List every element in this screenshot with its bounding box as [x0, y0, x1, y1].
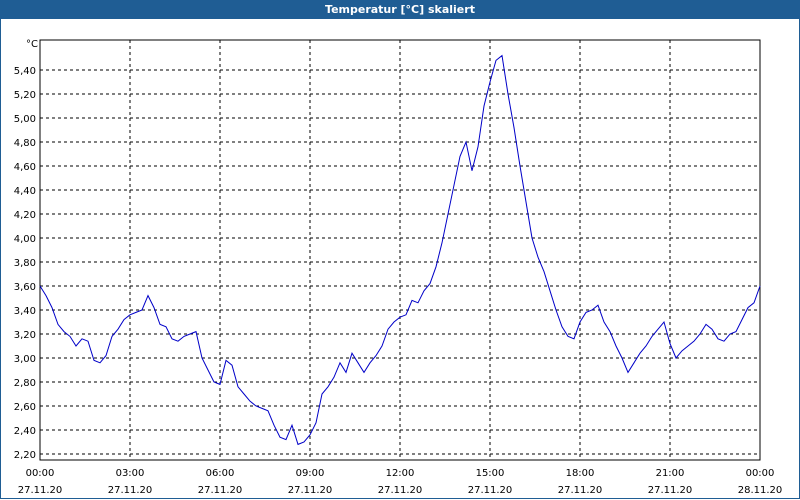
y-tick-label: 4,20	[14, 210, 36, 221]
temperature-chart: 2,20 2,40 2,60 2,80 3,00 3,20 3,40 3,60 3,80 4,00…	[14, 39, 783, 496]
x-tick-time: 09:00	[296, 468, 325, 479]
x-tick-time: 21:00	[656, 468, 685, 479]
x-tick-date: 27.11.20	[108, 485, 153, 496]
x-tick-date: 28.11.20	[738, 485, 783, 496]
y-tick-label: 4,60	[14, 162, 36, 173]
y-tick-label: 2,60	[14, 402, 36, 413]
x-tick-time: 03:00	[116, 468, 145, 479]
y-tick-label: 4,80	[14, 138, 36, 149]
x-tick-time: 00:00	[746, 468, 775, 479]
y-tick-label: 5,40	[14, 66, 36, 77]
grid-lines	[40, 40, 760, 460]
x-tick-date: 27.11.20	[18, 485, 63, 496]
x-tick-date: 27.11.20	[288, 485, 333, 496]
y-tick-label: 2,80	[14, 378, 36, 389]
y-tick-label: 2,20	[14, 450, 36, 461]
y-axis-unit-label: °C	[26, 39, 38, 50]
x-tick-time: 15:00	[476, 468, 505, 479]
y-tick-label: 5,00	[14, 114, 36, 125]
y-tick-label: 3,00	[14, 354, 36, 365]
y-tick-label: 4,00	[14, 234, 36, 245]
x-tick-time: 12:00	[386, 468, 415, 479]
y-tick-label: 3,40	[14, 306, 36, 317]
x-tick-date: 27.11.20	[648, 485, 693, 496]
y-tick-label: 3,20	[14, 330, 36, 341]
x-tick-date: 27.11.20	[198, 485, 243, 496]
y-tick-label: 3,60	[14, 282, 36, 293]
x-axis: 00:00 27.11.20 03:00 27.11.20 06:00 27.11.20 0…	[18, 468, 783, 496]
x-tick-time: 00:00	[26, 468, 55, 479]
y-axis: 2,20 2,40 2,60 2,80 3,00 3,20 3,40 3,60 3,80 4,00…	[14, 66, 36, 461]
x-tick-time: 18:00	[566, 468, 595, 479]
y-tick-label: 4,40	[14, 186, 36, 197]
y-tick-label: 5,20	[14, 90, 36, 101]
x-tick-time: 06:00	[206, 468, 235, 479]
x-tick-date: 27.11.20	[378, 485, 423, 496]
x-tick-date: 27.11.20	[468, 485, 513, 496]
y-tick-label: 2,40	[14, 426, 36, 437]
y-tick-label: 3,80	[14, 258, 36, 269]
x-tick-date: 27.11.20	[558, 485, 603, 496]
